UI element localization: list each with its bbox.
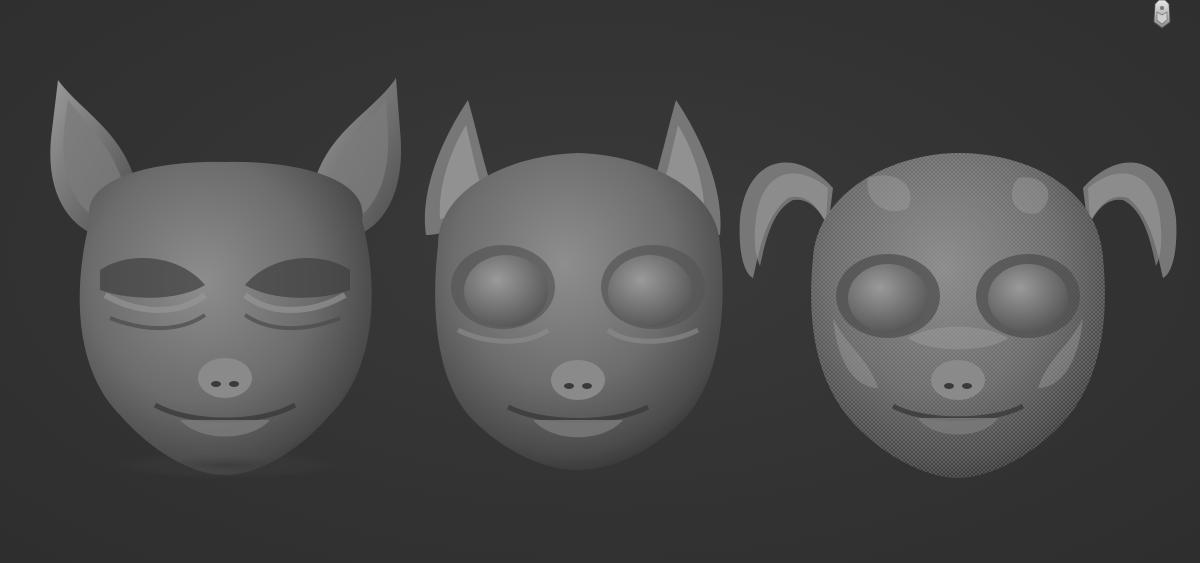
cat-head-closed-eyes[interactable]	[40, 70, 410, 490]
orientation-gizmo-icon[interactable]	[1148, 0, 1176, 30]
cat-head-open-eyes[interactable]	[418, 95, 738, 485]
sculpt-viewport[interactable]	[0, 0, 1200, 563]
puppy-head-floppy-ears[interactable]	[738, 148, 1178, 488]
